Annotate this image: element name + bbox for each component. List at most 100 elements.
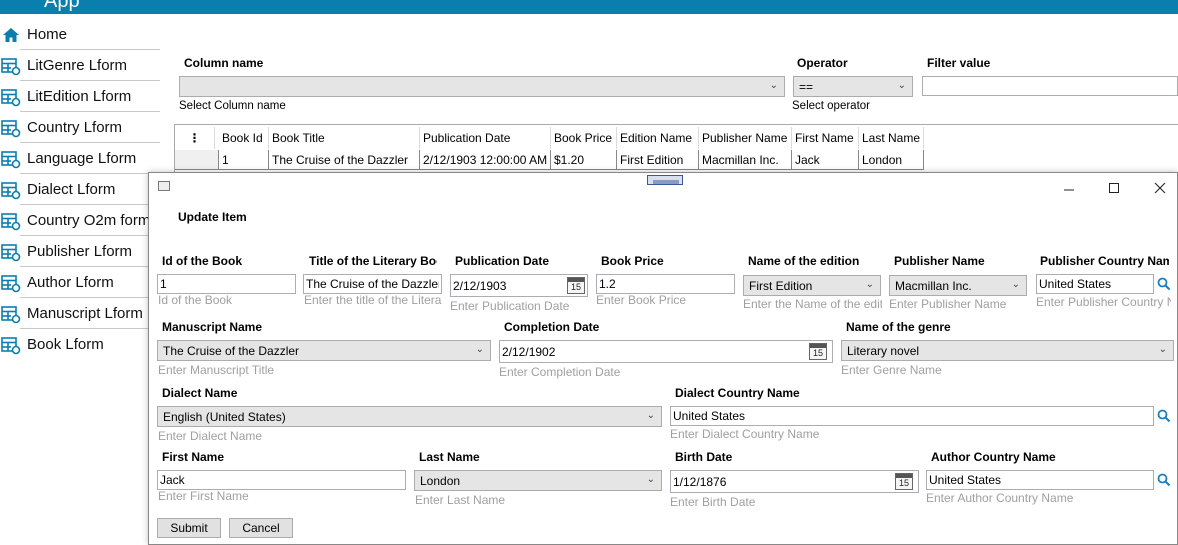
search-icon[interactable] — [1157, 473, 1171, 487]
author-country-input[interactable]: United States — [926, 470, 1154, 490]
form-icon — [0, 272, 22, 294]
manuscript-name-label: Manuscript Name — [162, 320, 263, 334]
column-header[interactable]: First Name — [792, 127, 859, 149]
manuscript-name-hint: Enter Manuscript Title — [158, 363, 275, 377]
sidebar-item-manuscript[interactable]: Manuscript Lform — [0, 298, 160, 329]
publisher-name-label: Publisher Name — [894, 254, 985, 268]
column-header[interactable]: Book Title — [269, 127, 420, 149]
sidebar-item-litedition[interactable]: LitEdition Lform — [0, 81, 160, 112]
first-name-input[interactable]: Jack — [157, 470, 406, 490]
filter-value-input[interactable] — [922, 76, 1178, 96]
column-header[interactable]: Book Id — [219, 127, 269, 149]
chevron-down-icon: ⌄ — [646, 474, 655, 485]
dialect-name-label: Dialect Name — [162, 386, 238, 400]
first-name-hint: Enter First Name — [158, 489, 249, 503]
search-icon[interactable] — [1157, 409, 1171, 423]
publisher-country-input[interactable]: United States — [1036, 274, 1154, 294]
author-country-label: Author Country Name — [931, 450, 1056, 464]
operator-label: Operator — [797, 56, 848, 70]
column-header[interactable]: Edition Name — [617, 127, 699, 149]
sidebar-item-dialect[interactable]: Dialect Lform — [0, 174, 160, 205]
manuscript-name-select[interactable]: The Cruise of the Dazzler ⌄ — [157, 340, 491, 361]
dialect-country-label: Dialect Country Name — [675, 386, 800, 400]
sidebar-item-author[interactable]: Author Lform — [0, 267, 160, 298]
publication-date-picker[interactable]: 2/12/1903 15 — [450, 274, 588, 297]
form-icon — [0, 148, 22, 170]
column-name-select[interactable]: ⌄ — [179, 76, 785, 97]
chevron-down-icon: ⌄ — [865, 279, 874, 290]
sidebar-item-publisher[interactable]: Publisher Lform — [0, 236, 160, 267]
table-cell[interactable]: The Cruise of the Dazzler — [269, 150, 420, 170]
edition-name-label: Name of the edition — [748, 254, 860, 268]
calendar-icon[interactable]: 15 — [567, 277, 585, 294]
form-icon — [0, 241, 22, 263]
grid-menu-icon[interactable]: ⋮ — [175, 127, 215, 149]
completion-date-picker[interactable]: 2/12/1902 15 — [499, 340, 833, 363]
table-cell[interactable]: 1 — [219, 150, 269, 170]
book-price-input[interactable]: 1.2 — [596, 274, 735, 294]
column-header[interactable]: Book Price — [551, 127, 617, 149]
dialect-country-input[interactable]: United States — [670, 406, 1154, 426]
dialect-country-hint: Enter Dialect Country Name — [670, 427, 820, 441]
column-header[interactable]: Last Name — [859, 127, 924, 149]
last-name-label: Last Name — [419, 450, 480, 464]
row-selector[interactable] — [175, 150, 219, 170]
sidebar-item-language[interactable]: Language Lform — [0, 143, 160, 174]
table-cell[interactable]: Macmillan Inc. — [699, 150, 792, 170]
dialog-title: Update Item — [178, 210, 247, 224]
last-name-select[interactable]: London ⌄ — [414, 470, 662, 491]
table-cell[interactable]: First Edition — [617, 150, 699, 170]
author-country-hint: Enter Author Country Name — [926, 491, 1074, 505]
chevron-down-icon: ⌄ — [646, 410, 655, 421]
sidebar-item-label: Country O2m form — [27, 212, 151, 229]
book-title-hint: Enter the title of the Literary Book — [304, 293, 442, 307]
birth-date-picker[interactable]: 1/12/1876 15 — [670, 470, 919, 493]
column-header[interactable]: Publication Date — [420, 127, 551, 149]
completion-date-label: Completion Date — [504, 320, 600, 334]
book-title-input[interactable]: The Cruise of the Dazzler — [303, 274, 442, 294]
resize-grip-icon[interactable] — [647, 175, 683, 185]
edition-name-select[interactable]: First Edition ⌄ — [743, 275, 881, 296]
sidebar-item-book[interactable]: Book Lform — [0, 329, 160, 360]
search-icon[interactable] — [1157, 277, 1171, 291]
sidebar-item-home[interactable]: Home — [0, 19, 160, 50]
title-bar: App — [0, 0, 1178, 14]
birth-date-label: Birth Date — [675, 450, 733, 464]
app-title: App — [44, 0, 80, 12]
filter-value-label: Filter value — [927, 56, 991, 70]
genre-name-select[interactable]: Literary novel ⌄ — [841, 340, 1174, 361]
chevron-down-icon: ⌄ — [1011, 279, 1020, 290]
sidebar-item-country-o2m[interactable]: Country O2m form — [0, 205, 160, 236]
maximize-icon[interactable] — [1099, 177, 1129, 199]
publisher-country-hint: Enter Publisher Country Name — [1036, 295, 1171, 309]
publisher-name-select[interactable]: Macmillan Inc. ⌄ — [889, 275, 1027, 296]
first-name-label: First Name — [162, 450, 225, 464]
dialect-name-select[interactable]: English (United States) ⌄ — [157, 406, 662, 427]
minimize-icon[interactable] — [1054, 177, 1084, 199]
table-cell[interactable]: Jack — [792, 150, 859, 170]
cancel-button[interactable]: Cancel — [229, 518, 293, 538]
sidebar-item-country[interactable]: Country Lform — [0, 112, 160, 143]
close-icon[interactable] — [1145, 177, 1175, 199]
window-icon — [158, 181, 170, 191]
chevron-down-icon: ⌄ — [1158, 344, 1167, 355]
operator-select[interactable]: == ⌄ — [793, 76, 913, 97]
sidebar-item-label: Manuscript Lform — [27, 305, 143, 322]
sidebar-item-label: Author Lform — [27, 274, 114, 291]
sidebar-item-label: Book Lform — [27, 336, 104, 353]
update-item-dialog: Update Item Id of the Book 1 Id of the B… — [148, 172, 1178, 545]
form-icon — [0, 55, 22, 77]
completion-date-hint: Enter Completion Date — [499, 365, 621, 379]
book-id-input[interactable]: 1 — [157, 274, 296, 294]
sidebar-item-litgenre[interactable]: LitGenre Lform — [0, 50, 160, 81]
table-cell[interactable]: 2/12/1903 12:00:00 AM — [420, 150, 551, 170]
table-cell[interactable]: $1.20 — [551, 150, 617, 170]
submit-button[interactable]: Submit — [157, 518, 221, 538]
form-icon — [0, 86, 22, 108]
calendar-icon[interactable]: 15 — [809, 343, 827, 360]
sidebar-item-label: Home — [27, 26, 68, 43]
table-cell[interactable]: London — [859, 150, 924, 170]
sidebar-item-label: Country Lform — [27, 119, 123, 136]
column-header[interactable]: Publisher Name — [699, 127, 792, 149]
calendar-icon[interactable]: 15 — [895, 473, 913, 490]
